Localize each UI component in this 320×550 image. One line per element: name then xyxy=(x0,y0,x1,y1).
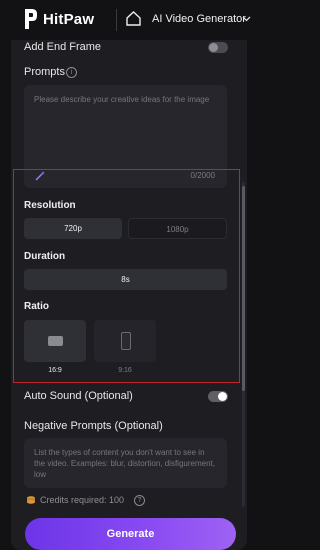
brand-name[interactable]: HitPaw xyxy=(43,11,94,28)
negative-prompt-placeholder: List the types of content you don't want… xyxy=(34,448,215,479)
auto-sound-toggle[interactable] xyxy=(208,391,228,402)
hitpaw-logo-icon[interactable] xyxy=(24,8,38,30)
ratio-option-16-9[interactable] xyxy=(24,320,86,362)
resolution-option-1080p[interactable]: 1080p xyxy=(128,218,227,239)
duration-title: Duration xyxy=(24,251,66,262)
toggle-knob xyxy=(218,392,227,401)
ratio-title: Ratio xyxy=(24,301,49,312)
ratio-label-9-16: 9:16 xyxy=(118,367,132,374)
coin-icon xyxy=(27,496,35,504)
app-header: HitPaw AI Video Generator xyxy=(0,0,258,40)
scrollbar-thumb[interactable] xyxy=(242,186,245,391)
negative-prompts-label: Negative Prompts (Optional) xyxy=(24,420,163,432)
ratio-option-9-16[interactable] xyxy=(94,320,156,362)
toggle-knob xyxy=(209,43,218,52)
home-icon[interactable] xyxy=(125,10,142,27)
mode-selector-label[interactable]: AI Video Generator xyxy=(152,13,246,25)
credits-required: Credits required: 100 xyxy=(40,495,125,505)
duration-option-8s[interactable]: 8s xyxy=(24,269,227,290)
header-divider xyxy=(116,9,117,31)
resolution-title: Resolution xyxy=(24,200,76,211)
end-frame-toggle[interactable] xyxy=(208,42,228,53)
generate-button[interactable]: Generate xyxy=(25,518,236,550)
ratio-label-16-9: 16:9 xyxy=(48,367,62,374)
portrait-shape-icon xyxy=(121,332,131,350)
prompt-placeholder: Please describe your creative ideas for … xyxy=(34,95,210,104)
negative-prompt-input[interactable]: List the types of content you don't want… xyxy=(24,438,227,488)
prompts-label: Prompts xyxy=(24,66,65,78)
auto-sound-label: Auto Sound (Optional) xyxy=(24,390,133,402)
resolution-option-720p[interactable]: 720p xyxy=(24,218,122,239)
info-icon[interactable]: i xyxy=(66,67,77,78)
landscape-shape-icon xyxy=(48,336,63,346)
chevron-down-icon[interactable] xyxy=(242,14,251,23)
help-icon[interactable]: ? xyxy=(134,495,145,506)
end-frame-label: Add End Frame xyxy=(24,41,102,53)
